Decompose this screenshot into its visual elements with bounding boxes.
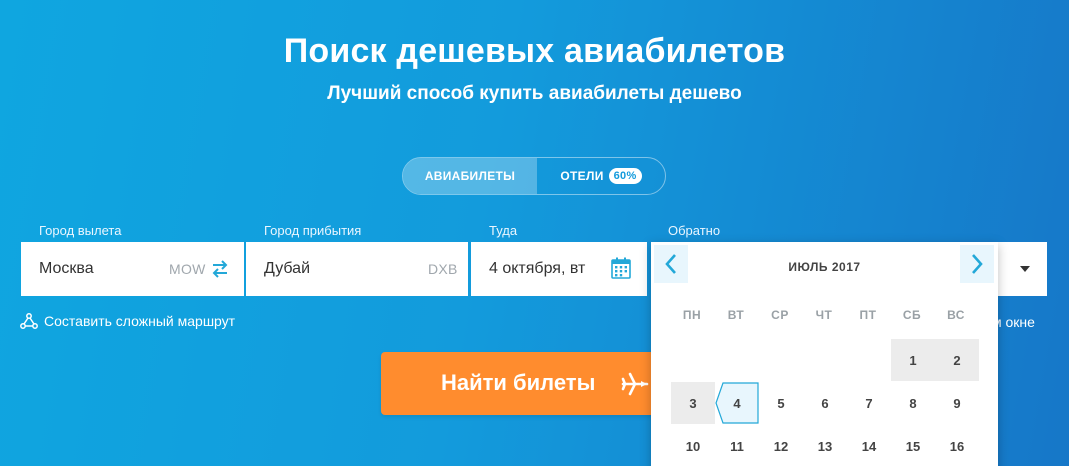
open-new-window-label[interactable]: м окне: [992, 314, 1035, 330]
destination-value: Дубай: [264, 260, 310, 277]
day-cell[interactable]: 5: [759, 382, 803, 424]
chevron-down-icon[interactable]: [1020, 266, 1030, 272]
day-cell[interactable]: 8: [891, 382, 935, 424]
origin-label: Город вылета: [39, 223, 122, 238]
complex-route-link[interactable]: Составить сложный маршрут: [20, 313, 235, 329]
weekday-fri: ПТ: [859, 308, 877, 322]
day-cell[interactable]: 12: [759, 425, 803, 466]
calendar-month-title: ИЮЛЬ 2017: [651, 260, 998, 274]
origin-code: MOW: [169, 261, 206, 277]
weekday-sat: СБ: [902, 308, 922, 322]
day-cell[interactable]: 6: [803, 382, 847, 424]
date-picker: ИЮЛЬ 2017 ПН ВТ СР ЧТ ПТ СБ ВС 1 2 3 4 5…: [651, 242, 998, 466]
selected-day-number: 4: [733, 395, 741, 411]
depart-label: Туда: [489, 223, 518, 238]
tab-flights[interactable]: АВИАБИЛЕТЫ: [403, 158, 537, 194]
hotels-discount-badge: 60%: [608, 168, 642, 184]
weekday-sun: ВС: [947, 308, 965, 322]
next-month-button[interactable]: [960, 245, 994, 283]
day-cell[interactable]: 7: [847, 382, 891, 424]
swap-icon[interactable]: [210, 259, 230, 284]
tab-hotels[interactable]: ОТЕЛИ 60%: [537, 158, 665, 194]
weekday-thu: ЧТ: [815, 308, 833, 322]
tab-flights-label: АВИАБИЛЕТЫ: [424, 169, 516, 183]
search-button-label: Найти билеты: [441, 370, 596, 395]
calendar-year: 2017: [831, 260, 861, 274]
calendar-month: ИЮЛЬ: [788, 260, 829, 274]
tab-hotels-label: ОТЕЛИ: [560, 169, 604, 183]
day-cell[interactable]: 15: [891, 425, 935, 466]
page-subtitle: Лучший способ купить авиабилеты дешево: [327, 83, 742, 104]
depart-date-value: 4 октября, вт: [489, 260, 586, 277]
day-cell[interactable]: 14: [847, 425, 891, 466]
day-cell[interactable]: 11: [715, 425, 759, 466]
route-icon: [20, 313, 38, 329]
day-cell[interactable]: 10: [671, 425, 715, 466]
origin-value: Москва: [39, 260, 94, 277]
destination-code: DXB: [428, 261, 458, 277]
origin-field[interactable]: Москва MOW: [21, 242, 244, 296]
destination-label: Город прибытия: [264, 223, 362, 238]
weekday-wed: СР: [771, 308, 789, 322]
plane-icon: [621, 370, 649, 404]
day-cell[interactable]: 1: [891, 339, 935, 381]
page-title: Поиск дешевых авиабилетов: [283, 32, 786, 70]
day-cell[interactable]: 13: [803, 425, 847, 466]
weekday-tue: ВТ: [727, 308, 745, 322]
return-label: Обратно: [668, 223, 721, 238]
day-cell[interactable]: 2: [935, 339, 979, 381]
search-button[interactable]: Найти билеты: [381, 352, 671, 415]
complex-route-label: Составить сложный маршрут: [44, 313, 236, 329]
depart-date-field[interactable]: 4 октября, вт: [471, 242, 647, 296]
search-type-tabs: АВИАБИЛЕТЫ ОТЕЛИ 60%: [402, 157, 666, 195]
weekday-mon: ПН: [682, 308, 702, 322]
day-cell-selected[interactable]: 4: [715, 382, 759, 424]
destination-field[interactable]: Дубай DXB: [246, 242, 468, 296]
chevron-right-icon: [972, 254, 983, 274]
calendar-icon[interactable]: [611, 257, 631, 284]
day-cell[interactable]: 16: [935, 425, 979, 466]
day-cell[interactable]: 9: [935, 382, 979, 424]
day-cell[interactable]: 3: [671, 382, 715, 424]
